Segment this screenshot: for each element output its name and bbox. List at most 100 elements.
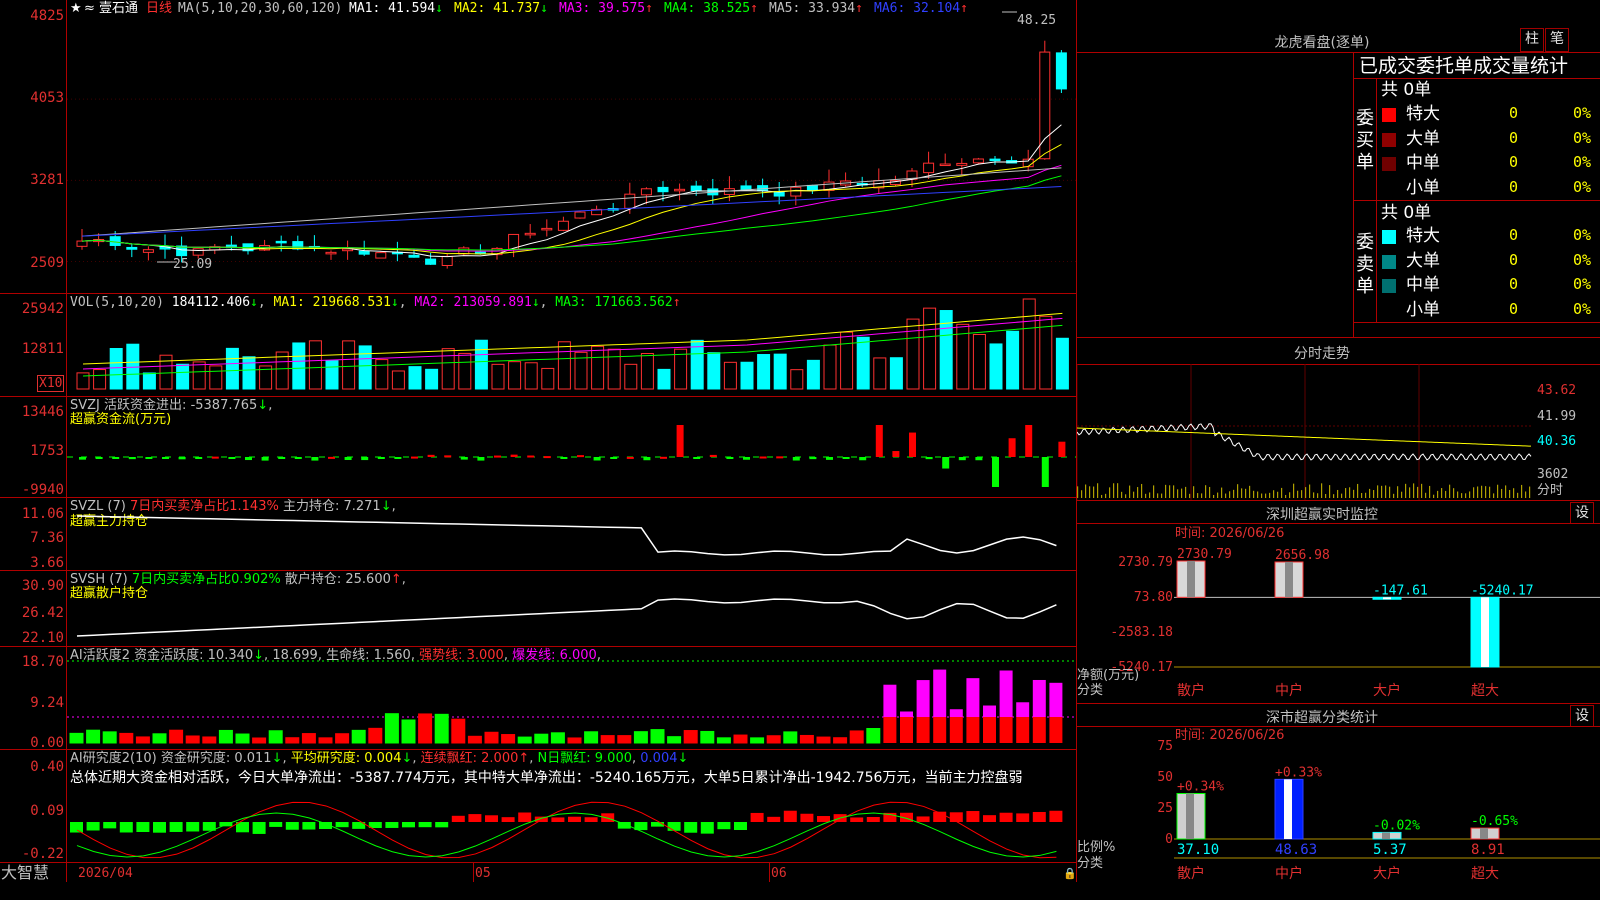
research-line <box>76 801 1057 859</box>
intraday-vol-bar <box>1193 486 1195 498</box>
activity-bar <box>1016 717 1030 743</box>
flow-bar <box>145 457 153 459</box>
activity-bar <box>799 734 814 744</box>
intraday-vol-bar <box>1449 484 1451 498</box>
intraday-vol-bar <box>1525 491 1527 498</box>
candle <box>674 188 686 192</box>
volume-bar <box>757 354 771 390</box>
flow-bar <box>709 454 717 457</box>
intraday-vol-bar <box>1209 486 1211 498</box>
intraday-panel[interactable]: 分时走势 43.62 41.99 40.36 3602 分时 <box>1077 337 1600 500</box>
volume-bar <box>541 367 555 390</box>
candle <box>358 250 370 255</box>
order-pct: 0% <box>1573 128 1592 147</box>
activity-bar <box>517 736 532 744</box>
intraday-vol-bar <box>1273 490 1275 498</box>
flow-bar <box>228 457 236 459</box>
flow-bar <box>311 457 319 461</box>
avg-line <box>1077 427 1532 447</box>
ai-activity-chart[interactable] <box>67 647 1076 749</box>
volume-bar <box>773 353 787 390</box>
flow-bar <box>693 457 701 459</box>
research-bar <box>617 822 631 829</box>
intraday-vol-bar <box>1101 494 1103 498</box>
activity-bar <box>584 731 599 744</box>
monitor-y-tick: 73.80 <box>1133 590 1173 605</box>
intraday-vol-bar <box>1197 493 1199 498</box>
price-tick: 4053 <box>30 90 64 106</box>
lock-icon[interactable]: 🔒 <box>1063 866 1077 881</box>
classify-ylabel: 比例% <box>1077 840 1116 855</box>
classify-bar-chart[interactable]: +0.34% 37.10 散户 +0.33% 48.63 中户 -0.02% 5.37 大户 -0… <box>1174 743 1600 882</box>
intraday-vol-bar <box>1189 493 1191 498</box>
activity-bar <box>949 709 963 717</box>
flow-bar <box>759 456 767 459</box>
research-bar <box>783 810 797 822</box>
ai2-tick: 0.09 <box>30 803 64 819</box>
volume-bar <box>557 341 571 390</box>
monitor-value-label: -5240.17 <box>1471 583 1534 598</box>
intraday-vol-bar <box>1125 494 1127 498</box>
intraday-vol-bar <box>1309 484 1311 498</box>
classify-y-tick: 50 <box>1157 770 1173 785</box>
classify-settings-button[interactable]: 设 <box>1570 705 1594 727</box>
activity-bar <box>633 731 648 744</box>
activity-bar <box>683 730 698 744</box>
svzl-tick: 3.66 <box>30 555 64 571</box>
intraday-vol-bar <box>1081 490 1083 498</box>
intraday-vol-bar <box>1121 491 1123 498</box>
activity-bar <box>368 727 383 744</box>
order-size-label: 小单 <box>1406 177 1440 198</box>
activity-bar <box>650 729 665 744</box>
ai-research-chart[interactable] <box>67 790 1076 862</box>
main-chart-area[interactable]: ★ ≈ 壹石通 日线 MA(5,10,20,30,60,120) MA1: 41… <box>0 0 1077 882</box>
svzj-tick: 13446 <box>21 404 64 420</box>
classify-value-label: 48.63 <box>1275 842 1317 858</box>
retail-holding-chart[interactable] <box>67 571 1076 646</box>
intraday-chart[interactable] <box>1077 364 1533 500</box>
intraday-vol-bar <box>1261 493 1263 498</box>
research-bar <box>302 822 316 830</box>
tick-mode-button[interactable]: 笔 <box>1545 28 1569 52</box>
classify-bar-shine <box>1284 779 1292 839</box>
research-bar <box>767 816 781 822</box>
volume-bar <box>889 357 903 390</box>
bar-mode-button[interactable]: 柱 <box>1520 28 1544 52</box>
fund-flow-chart[interactable] <box>67 397 1076 497</box>
volume-bar <box>358 345 372 390</box>
intraday-vol-bar <box>1433 494 1435 498</box>
volume-bar <box>640 353 654 390</box>
monitor-value-label: 2730.79 <box>1177 547 1232 562</box>
volume-chart[interactable] <box>67 294 1076 396</box>
intraday-vol-bar <box>1177 489 1179 498</box>
flow-bar <box>643 457 651 461</box>
volume-bar <box>441 348 455 390</box>
flow-bar <box>875 425 883 457</box>
order-size-label: 大单 <box>1406 250 1440 271</box>
intraday-vol-bar <box>1245 488 1247 498</box>
intraday-vol-bar <box>1401 491 1403 498</box>
vol-unit-badge[interactable]: X10 <box>37 375 65 392</box>
activity-bar <box>501 734 516 744</box>
candle <box>740 185 752 191</box>
intraday-vol-bar <box>1377 485 1379 498</box>
intraday-tick: 40.36 <box>1537 434 1577 449</box>
svsh-tick: 26.42 <box>21 605 64 621</box>
main-holding-chart[interactable] <box>67 498 1076 570</box>
intraday-vol-bar <box>1133 491 1135 498</box>
brand-label: 大智慧 <box>1 863 50 882</box>
intraday-vol-bar <box>1165 484 1167 498</box>
monitor-bar-chart[interactable]: 2730.79 散户 2656.98 中户 -147.61 大户 -5240.17 超大 <box>1174 540 1600 703</box>
svzl-tick: 11.06 <box>21 506 64 522</box>
flow-bar <box>560 457 568 459</box>
order-count: 0 <box>1509 299 1519 318</box>
volume-bar <box>408 366 422 390</box>
monitor-ylabel: 净额(万元) <box>1077 668 1140 683</box>
candlestick-chart[interactable] <box>67 0 1076 293</box>
candle <box>557 220 569 231</box>
intraday-vol-bar <box>1453 488 1455 498</box>
volume-bar <box>657 368 671 390</box>
intraday-vol-bar <box>1397 486 1399 498</box>
activity-bar <box>86 729 101 744</box>
monitor-settings-button[interactable]: 设 <box>1570 502 1594 524</box>
